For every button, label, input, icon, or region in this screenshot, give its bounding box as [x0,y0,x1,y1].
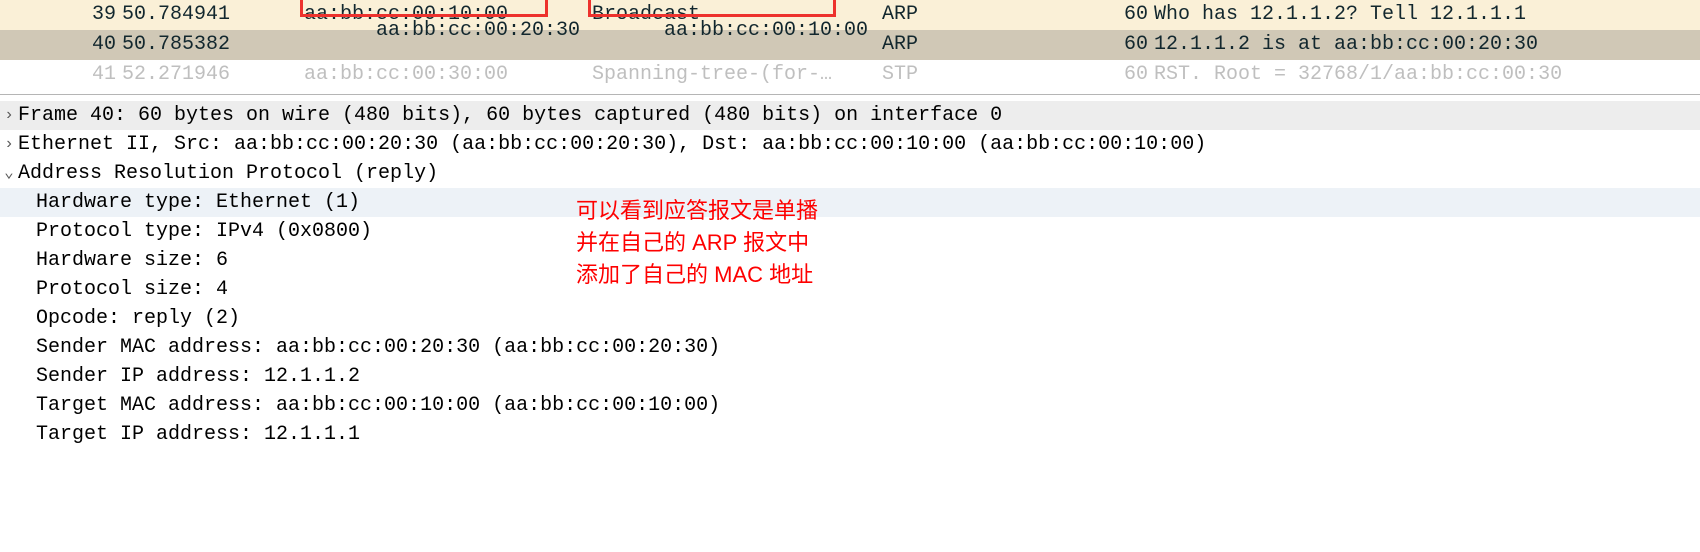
detail-sender-mac-text: Sender MAC address: aa:bb:cc:00:20:30 (a… [36,334,720,362]
detail-arp-text: Address Resolution Protocol (reply) [18,160,438,188]
detail-target-ip[interactable]: Target IP address: 12.1.1.1 [0,420,1700,449]
detail-sender-mac[interactable]: Sender MAC address: aa:bb:cc:00:20:30 (a… [0,333,1700,362]
detail-sender-ip-text: Sender IP address: 12.1.1.2 [36,363,360,391]
packet-row-selected[interactable]: 40 50.785382 aa:bb:cc:00:20:30 aa:bb:cc:… [0,30,1700,60]
detail-ethernet-text: Ethernet II, Src: aa:bb:cc:00:20:30 (aa:… [18,131,1206,159]
col-info: RST. Root = 32768/1/aa:bb:cc:00:30 [1154,61,1700,89]
detail-ptype-text: Protocol type: IPv4 (0x0800) [36,218,372,246]
detail-sender-ip[interactable]: Sender IP address: 12.1.1.2 [0,362,1700,391]
detail-opcode-text: Opcode: reply (2) [36,305,240,333]
expand-icon[interactable]: › [0,104,18,126]
source-text: aa:bb:cc:00:20:30 [376,19,580,42]
col-dest: Spanning-tree-(for-… [592,61,882,89]
detail-ptype[interactable]: Protocol type: IPv4 (0x0800) [0,217,1700,246]
expand-icon[interactable]: › [0,133,18,155]
detail-frame[interactable]: › Frame 40: 60 bytes on wire (480 bits),… [0,101,1700,130]
col-length: 60 [1102,1,1154,29]
detail-frame-text: Frame 40: 60 bytes on wire (480 bits), 6… [18,102,1002,130]
collapse-icon[interactable]: ⌄ [0,162,18,184]
packet-row[interactable]: 41 52.271946 aa:bb:cc:00:30:00 Spanning-… [0,60,1700,90]
detail-target-mac[interactable]: Target MAC address: aa:bb:cc:00:10:00 (a… [0,391,1700,420]
col-protocol: ARP [882,31,1102,59]
col-time: 50.784941 [122,1,304,29]
detail-psize[interactable]: Protocol size: 4 [0,275,1700,304]
detail-target-mac-text: Target MAC address: aa:bb:cc:00:10:00 (a… [36,392,720,420]
col-length: 60 [1102,61,1154,89]
highlight-box-dest [588,0,836,17]
detail-opcode[interactable]: Opcode: reply (2) [0,304,1700,333]
col-info: Who has 12.1.1.2? Tell 12.1.1.1 [1154,1,1700,29]
detail-ethernet[interactable]: › Ethernet II, Src: aa:bb:cc:00:20:30 (a… [0,130,1700,159]
col-num: 40 [0,31,122,59]
col-info: 12.1.1.2 is at aa:bb:cc:00:20:30 [1154,31,1700,59]
col-protocol: STP [882,61,1102,89]
col-time: 50.785382 [122,31,304,59]
detail-hwsize-text: Hardware size: 6 [36,247,228,275]
detail-hwtype[interactable]: Hardware type: Ethernet (1) [0,188,1700,217]
dest-text: aa:bb:cc:00:10:00 [664,19,868,42]
col-time: 52.271946 [122,61,304,89]
detail-hwsize[interactable]: Hardware size: 6 [0,246,1700,275]
col-length: 60 [1102,31,1154,59]
highlight-box-source [300,0,548,17]
col-num: 41 [0,61,122,89]
detail-arp[interactable]: ⌄ Address Resolution Protocol (reply) [0,159,1700,188]
col-source: aa:bb:cc:00:30:00 [304,61,592,89]
col-protocol: ARP [882,1,1102,29]
detail-target-ip-text: Target IP address: 12.1.1.1 [36,421,360,449]
detail-hwtype-text: Hardware type: Ethernet (1) [36,189,360,217]
detail-psize-text: Protocol size: 4 [36,276,228,304]
packet-list: 39 50.784941 aa:bb:cc:00:10:00 Broadcast… [0,0,1700,95]
col-num: 39 [0,1,122,29]
packet-details: › Frame 40: 60 bytes on wire (480 bits),… [0,95,1700,449]
